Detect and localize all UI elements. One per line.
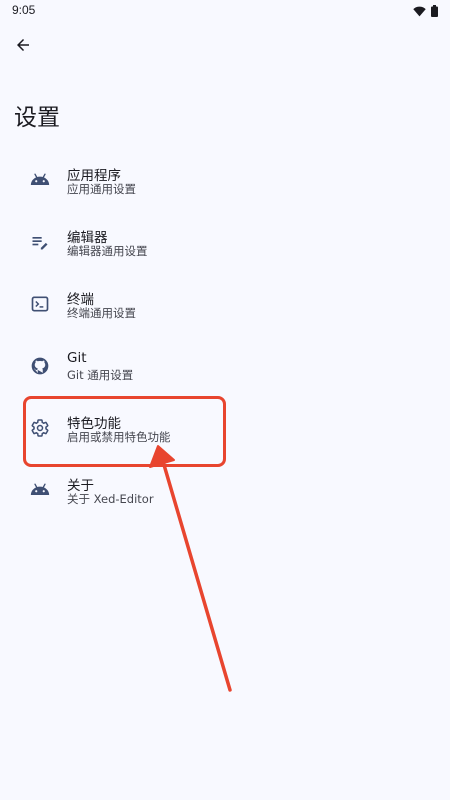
setting-item-git[interactable]: Git Git 通用设置 — [0, 336, 450, 398]
arrow-left-icon — [14, 36, 32, 58]
annotation-highlight-box — [23, 396, 226, 467]
back-button[interactable] — [10, 34, 36, 60]
status-icons — [413, 4, 438, 18]
setting-title: Git — [67, 350, 87, 366]
setting-item-app[interactable]: 应用程序 应用通用设置 — [0, 150, 450, 212]
android-icon — [29, 169, 51, 191]
setting-item-editor[interactable]: 编辑器 编辑器通用设置 — [0, 212, 450, 274]
terminal-icon — [29, 293, 51, 315]
setting-item-about[interactable]: 关于 关于 Xed-Editor — [0, 460, 450, 522]
page-title: 设置 — [14, 105, 60, 131]
setting-subtitle: Git 通用设置 — [67, 368, 134, 382]
android-icon — [29, 479, 51, 501]
setting-item-terminal[interactable]: 终端 终端通用设置 — [0, 274, 450, 336]
edit-note-icon — [29, 231, 51, 253]
status-bar: 9:05 — [0, 0, 450, 22]
status-time: 9:05 — [12, 3, 36, 17]
setting-subtitle: 应用通用设置 — [67, 182, 136, 196]
setting-subtitle: 关于 Xed-Editor — [67, 492, 154, 506]
github-icon — [29, 355, 51, 377]
setting-subtitle: 终端通用设置 — [67, 306, 136, 320]
wifi-icon — [413, 2, 426, 21]
setting-subtitle: 编辑器通用设置 — [67, 244, 148, 258]
battery-icon — [431, 2, 438, 21]
